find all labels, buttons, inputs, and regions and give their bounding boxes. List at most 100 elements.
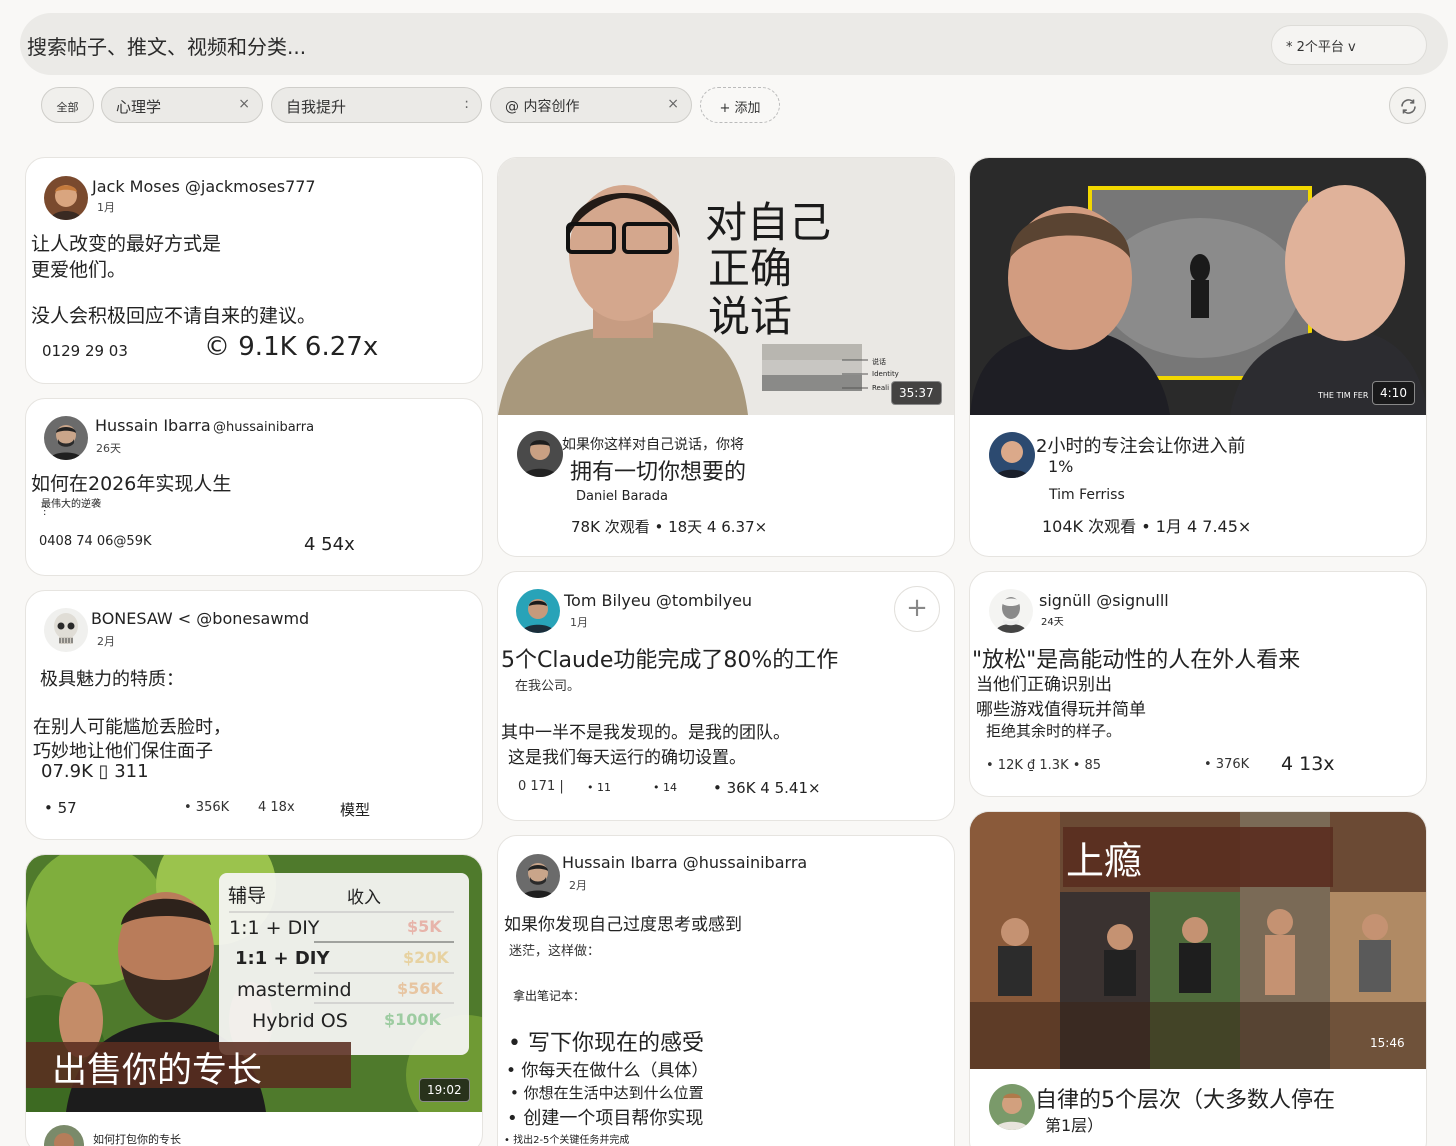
video-thumbnail[interactable]: 对自己 正确 说话 说话 Identity Reali 35:37 [498,158,954,415]
avatar [989,432,1035,478]
thumbnail-banner-text: 出售你的专长 [52,1051,263,1091]
table-header: 收入 [347,888,381,908]
post-text: 这是我们每天运行的确切设置。 [508,748,746,768]
platform-filter-dropdown[interactable]: * 2个平台 v [1271,25,1427,65]
post-text: 拒绝其余时的样子。 [986,722,1122,740]
post-time: 1月 [570,616,588,629]
menu-dots-icon[interactable]: : [464,96,469,112]
video-title[interactable]: 拥有一切你想要的 [570,454,746,486]
close-icon[interactable]: × [238,96,250,112]
video-duration: 35:37 [891,381,942,405]
video-thumbnail[interactable]: 辅导 收入 1:1 + DIY 1:1 + DIY mastermind Hyb… [26,855,482,1112]
video-title[interactable]: 第1层） [1045,1112,1103,1136]
channel-name[interactable]: Tim Ferriss [1049,487,1125,503]
post-text: 迷茫，这样做： [509,944,601,959]
refresh-button[interactable] [1389,87,1426,124]
avatar [44,608,88,652]
close-icon[interactable]: × [667,96,679,112]
video-card-discipline-levels[interactable]: 上瘾 15:46 自律的5个层次（大多数人停在 第1层） [969,811,1427,1146]
avatar [44,176,88,220]
post-card-signull[interactable]: signüll @signulll 24天 "放松"是高能动性的人在外人看来 当… [969,571,1427,797]
avatar [517,431,563,477]
post-text: 最伟大的逆袭 [41,499,101,510]
avatar [516,854,560,898]
post-card-hussain-ibarra-2[interactable]: Hussain Ibarra @hussainibarra 2月 如果你发现自己… [497,835,955,1146]
video-card-sell-expertise[interactable]: 辅导 收入 1:1 + DIY 1:1 + DIY mastermind Hyb… [25,854,483,1146]
table-cell: $20K [403,948,449,967]
chip-label: @ 内容创作 [505,99,580,115]
author-name[interactable]: Hussain Ibarra @hussainibarra [562,853,807,872]
post-time: 26天 [96,442,121,455]
channel-name[interactable]: Daniel Barada [576,489,668,504]
add-filter-button[interactable]: + 添加 [700,87,780,123]
post-text: 07.9K ▯ 311 [41,761,149,782]
post-card-hussain-ibarra-1[interactable]: Hussain Ibarra @hussainibarra 26天 如何在202… [25,398,483,576]
search-bar[interactable]: 搜索帖子、推文、视频和分类... * 2个平台 v [20,13,1448,75]
post-text: : [43,507,47,518]
post-time: 2月 [97,635,115,648]
author-name[interactable]: Jack Moses @jackmoses777 [92,177,316,196]
model-tag[interactable]: 模型 [340,799,370,820]
thumbnail-text: 对自己 [705,198,832,247]
video-duration: 4:10 [1372,381,1415,405]
filter-chip-all[interactable]: 全部 [41,87,94,123]
engagement-stats: 0408 74 06@59K [39,534,152,549]
engagement-stat: • 14 [653,781,677,794]
engagement-stat: • 57 [44,799,77,817]
post-time: 24天 [1041,617,1064,628]
avatar [44,416,88,460]
post-text: 哪些游戏值得玩并简单 [976,700,1146,720]
table-header: 辅导 [228,885,267,907]
post-card-jack-moses[interactable]: Jack Moses @jackmoses777 1月 让人改变的最好方式是 更… [25,157,483,384]
performance-score: 4 18x [258,800,295,815]
avatar [44,1125,84,1146]
post-card-bonesaw[interactable]: BONESAW < @bonesawmd 2月 极具魅力的特质： 在别人可能尴尬… [25,590,483,840]
app-root: 搜索帖子、推文、视频和分类... * 2个平台 v 全部 心理学 × 自我提升 … [0,0,1456,1146]
video-title[interactable]: 1% [1048,457,1073,476]
search-input[interactable]: 搜索帖子、推文、视频和分类... [27,31,306,60]
thumbnail-label: Reali [872,384,890,392]
chip-label: 心理学 [116,98,162,116]
post-text: 更爱他们。 [31,259,127,281]
post-text: 让人改变的最好方式是 [31,233,222,255]
video-meta: 104K 次观看 • 1月 4 7.45× [1042,517,1252,536]
table-cell: $100K [384,1010,441,1029]
video-card-tim-ferriss[interactable]: THE TIM FER 4:10 2小时的专注会让你进入前 1% Tim Fer… [969,157,1427,557]
video-title[interactable]: 自律的5个层次（大多数人停在 [1035,1082,1335,1114]
refresh-icon [1401,99,1416,114]
thumbnail-text: 说话 [708,292,793,341]
engagement-stat: • 356K [184,800,230,815]
filter-chip-self-improvement[interactable]: 自我提升 : [271,87,482,123]
post-text: 如何在2026年实现人生 [31,473,232,495]
engagement-stat: • 11 [587,781,611,794]
performance-score: 4 13x [1281,753,1335,775]
thumbnail-label: Identity [872,370,899,378]
video-duration: 19:02 [419,1078,470,1102]
thumbnail-banner-text: 上瘾 [1066,839,1143,883]
video-title[interactable]: 2小时的专注会让你进入前 [1036,432,1245,458]
video-title[interactable]: 如何打包你的专长 [93,1131,181,1146]
author-name[interactable]: Tom Bilyeu @tombilyeu [564,591,752,610]
filter-chip-content-creation[interactable]: @ 内容创作 × [490,87,692,123]
post-time: 1月 [97,201,115,214]
engagement-stat: • 376K [1204,757,1250,772]
plus-icon[interactable]: + [894,586,940,632]
table-cell: $5K [407,917,442,936]
author-name[interactable]: signüll @signulll [1039,591,1169,610]
table-cell: 1:1 + DIY [229,917,320,939]
author-name[interactable]: Hussain Ibarra [95,416,211,435]
table-cell: Hybrid OS [252,1010,348,1032]
filter-chip-psychology[interactable]: 心理学 × [101,87,263,123]
table-cell: 1:1 + DIY [235,948,330,969]
video-thumbnail[interactable]: 上瘾 15:46 [970,812,1426,1069]
video-card-self-talk[interactable]: 对自己 正确 说话 说话 Identity Reali 35:37 如果你这样对… [497,157,955,557]
video-thumbnail[interactable]: THE TIM FER 4:10 [970,158,1426,415]
list-item: • 写下你现在的感受 [508,1031,704,1056]
post-text: 巧妙地让他们保住面子 [33,741,213,762]
video-title[interactable]: 如果你这样对自己说话，你将 [562,434,744,454]
author-name[interactable]: BONESAW < @bonesawmd [91,609,309,628]
author-handle[interactable]: @hussainibarra [213,420,314,435]
video-meta: 78K 次观看 • 18天 4 6.37× [571,518,768,536]
performance-score: 4 54x [304,534,355,555]
post-card-tom-bilyeu[interactable]: Tom Bilyeu @tombilyeu 1月 + 5个Claude功能完成了… [497,571,955,821]
